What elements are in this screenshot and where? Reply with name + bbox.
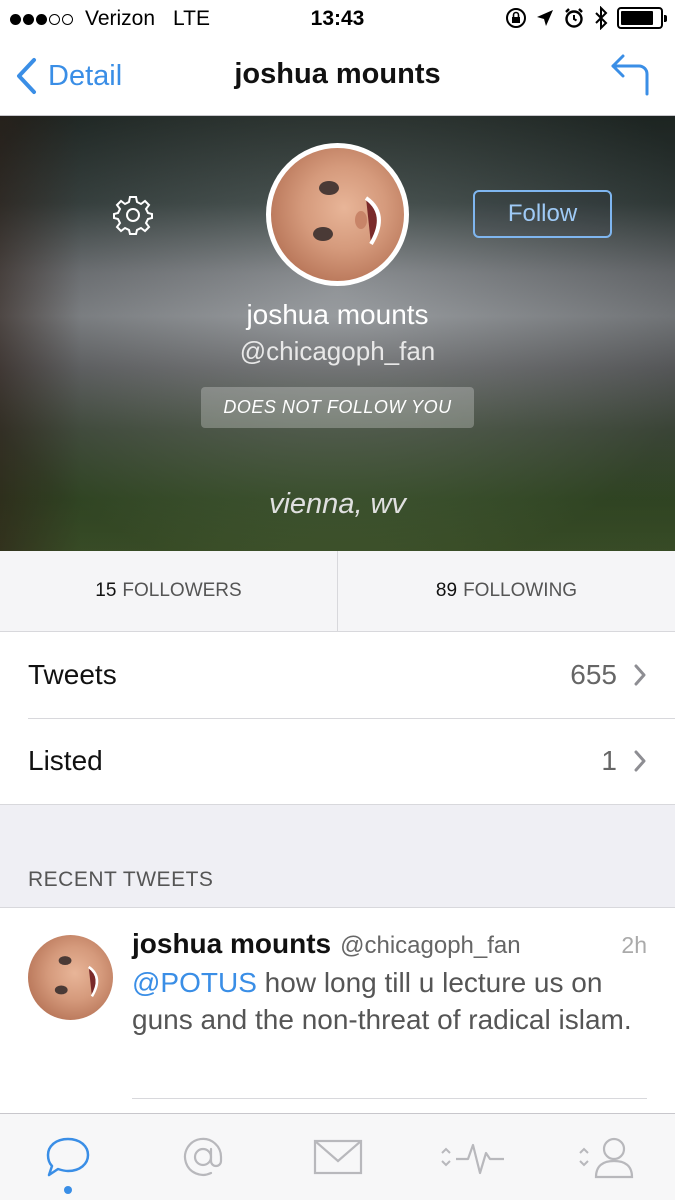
row-label: Listed	[28, 745, 103, 776]
orientation-lock-icon	[506, 8, 526, 28]
status-bar: Verizon LTE 13:43	[0, 0, 675, 38]
tab-profile[interactable]	[540, 1114, 675, 1200]
recent-tweets-header: RECENT TWEETS	[28, 868, 214, 891]
reply-arrow-icon	[611, 54, 649, 96]
profile-handle: @chicagoph_fan	[239, 336, 436, 366]
following-label: FOLLOWING	[463, 580, 578, 601]
tweet-avatar[interactable]	[28, 935, 113, 1020]
chevron-right-icon	[634, 750, 646, 772]
tab-messages[interactable]	[270, 1114, 405, 1200]
row-count: 655	[570, 659, 617, 690]
active-tab-indicator	[63, 1186, 72, 1194]
profile-stats: 15 FOLLOWERS 89 FOLLOWING	[0, 551, 675, 632]
chevron-right-icon	[634, 664, 646, 686]
tweet-divider	[132, 1098, 647, 1099]
tab-mentions[interactable]	[135, 1114, 270, 1200]
speech-bubble-icon	[46, 1137, 89, 1177]
listed-row[interactable]: Listed 1	[0, 718, 675, 804]
activity-icon	[440, 1143, 504, 1175]
following-button[interactable]: 89 FOLLOWING	[337, 551, 675, 631]
tab-timeline[interactable]	[0, 1114, 135, 1200]
following-count: 89	[435, 580, 458, 601]
tweet-mention-link[interactable]: @POTUS	[132, 967, 257, 998]
profile-header: Follow joshua mounts @chicagoph_fan DOES…	[0, 116, 675, 551]
location-arrow-icon	[537, 10, 553, 26]
followers-count: 15	[95, 580, 117, 601]
profile-avatar[interactable]	[266, 143, 409, 286]
row-count: 1	[601, 745, 617, 776]
tab-activity[interactable]	[405, 1114, 540, 1200]
page-title: joshua mounts	[234, 58, 441, 90]
follow-status-badge: DOES NOT FOLLOW YOU	[201, 387, 474, 428]
reply-button[interactable]	[611, 52, 649, 101]
followers-label: FOLLOWERS	[122, 580, 242, 601]
tweet-text: @POTUS how long till u lecture us on gun…	[132, 964, 652, 1038]
tweets-row[interactable]: Tweets 655	[0, 632, 675, 718]
alarm-icon	[565, 8, 583, 28]
tweet-timestamp: 2h	[621, 932, 647, 958]
profile-icon	[578, 1137, 633, 1179]
bluetooth-icon	[595, 6, 608, 30]
tab-bar	[0, 1113, 675, 1200]
tweet-author-name: joshua mounts	[132, 928, 332, 959]
profile-rows: Tweets 655 Listed 1	[0, 632, 675, 805]
row-label: Tweets	[28, 659, 117, 690]
tweet-author-handle: @chicagoph_fan	[340, 932, 521, 959]
profile-name: joshua mounts	[246, 299, 429, 330]
followers-button[interactable]: 15 FOLLOWERS	[0, 551, 337, 631]
at-sign-icon	[183, 1137, 222, 1176]
tweet-cell[interactable]: joshua mounts @chicagoph_fan 2h @POTUS h…	[0, 907, 675, 1113]
status-right	[505, 6, 667, 30]
gear-icon	[113, 196, 153, 235]
envelope-icon	[313, 1139, 362, 1175]
profile-location: vienna, wv	[268, 488, 406, 520]
follow-button[interactable]: Follow	[473, 190, 612, 238]
tweet-header: joshua mounts @chicagoph_fan 2h	[132, 928, 647, 960]
settings-button[interactable]	[112, 194, 154, 241]
avatar-face	[54, 956, 99, 998]
navigation-bar: Detail joshua mounts	[0, 38, 675, 116]
avatar-face	[313, 181, 381, 246]
battery-icon	[617, 7, 667, 29]
